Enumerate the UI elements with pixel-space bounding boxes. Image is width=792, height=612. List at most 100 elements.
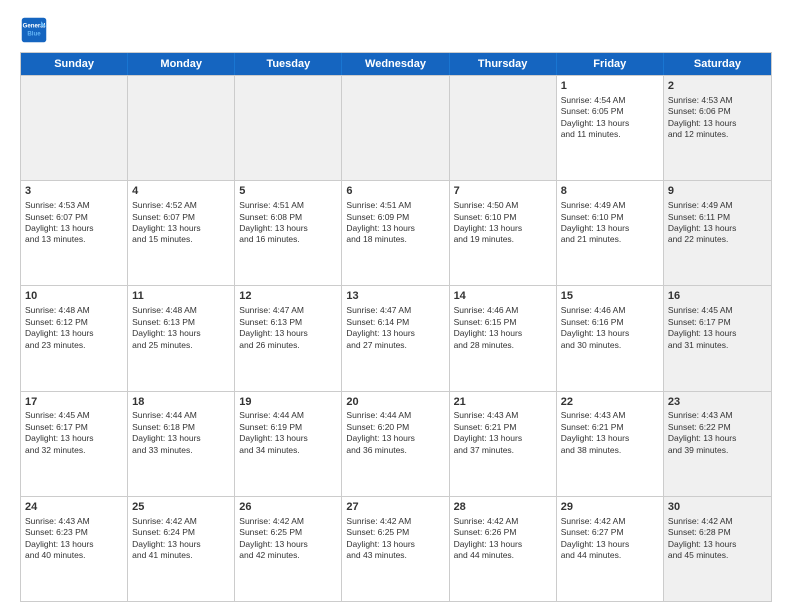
day-number: 18: [132, 395, 230, 410]
page: General Blue SundayMondayTuesdayWednesda…: [0, 0, 792, 612]
calendar-cell-6: 6Sunrise: 4:51 AMSunset: 6:09 PMDaylight…: [342, 181, 449, 285]
week-row-1: 1Sunrise: 4:54 AMSunset: 6:05 PMDaylight…: [21, 75, 771, 180]
calendar-cell-15: 15Sunrise: 4:46 AMSunset: 6:16 PMDayligh…: [557, 286, 664, 390]
calendar-cell-30: 30Sunrise: 4:42 AMSunset: 6:28 PMDayligh…: [664, 497, 771, 601]
day-number: 26: [239, 500, 337, 515]
day-number: 2: [668, 79, 767, 94]
day-number: 16: [668, 289, 767, 304]
svg-text:Blue: Blue: [27, 30, 41, 37]
calendar-cell-empty-0-2: [235, 76, 342, 180]
cell-content: Sunrise: 4:42 AMSunset: 6:25 PMDaylight:…: [346, 516, 444, 562]
header-day-thursday: Thursday: [450, 53, 557, 75]
cell-content: Sunrise: 4:42 AMSunset: 6:26 PMDaylight:…: [454, 516, 552, 562]
header-day-wednesday: Wednesday: [342, 53, 449, 75]
day-number: 6: [346, 184, 444, 199]
day-number: 25: [132, 500, 230, 515]
cell-content: Sunrise: 4:44 AMSunset: 6:18 PMDaylight:…: [132, 410, 230, 456]
day-number: 21: [454, 395, 552, 410]
cell-content: Sunrise: 4:43 AMSunset: 6:21 PMDaylight:…: [454, 410, 552, 456]
day-number: 8: [561, 184, 659, 199]
cell-content: Sunrise: 4:50 AMSunset: 6:10 PMDaylight:…: [454, 200, 552, 246]
calendar-cell-13: 13Sunrise: 4:47 AMSunset: 6:14 PMDayligh…: [342, 286, 449, 390]
cell-content: Sunrise: 4:46 AMSunset: 6:15 PMDaylight:…: [454, 305, 552, 351]
cell-content: Sunrise: 4:47 AMSunset: 6:14 PMDaylight:…: [346, 305, 444, 351]
logo-icon: General Blue: [20, 16, 48, 44]
day-number: 5: [239, 184, 337, 199]
calendar-cell-2: 2Sunrise: 4:53 AMSunset: 6:06 PMDaylight…: [664, 76, 771, 180]
cell-content: Sunrise: 4:45 AMSunset: 6:17 PMDaylight:…: [25, 410, 123, 456]
calendar-cell-14: 14Sunrise: 4:46 AMSunset: 6:15 PMDayligh…: [450, 286, 557, 390]
cell-content: Sunrise: 4:53 AMSunset: 6:06 PMDaylight:…: [668, 95, 767, 141]
day-number: 7: [454, 184, 552, 199]
day-number: 23: [668, 395, 767, 410]
day-number: 19: [239, 395, 337, 410]
day-number: 20: [346, 395, 444, 410]
cell-content: Sunrise: 4:42 AMSunset: 6:27 PMDaylight:…: [561, 516, 659, 562]
calendar-cell-8: 8Sunrise: 4:49 AMSunset: 6:10 PMDaylight…: [557, 181, 664, 285]
calendar-cell-21: 21Sunrise: 4:43 AMSunset: 6:21 PMDayligh…: [450, 392, 557, 496]
day-number: 11: [132, 289, 230, 304]
calendar-cell-27: 27Sunrise: 4:42 AMSunset: 6:25 PMDayligh…: [342, 497, 449, 601]
week-row-5: 24Sunrise: 4:43 AMSunset: 6:23 PMDayligh…: [21, 496, 771, 601]
header-day-sunday: Sunday: [21, 53, 128, 75]
day-number: 22: [561, 395, 659, 410]
cell-content: Sunrise: 4:46 AMSunset: 6:16 PMDaylight:…: [561, 305, 659, 351]
cell-content: Sunrise: 4:44 AMSunset: 6:20 PMDaylight:…: [346, 410, 444, 456]
calendar-cell-5: 5Sunrise: 4:51 AMSunset: 6:08 PMDaylight…: [235, 181, 342, 285]
calendar-cell-4: 4Sunrise: 4:52 AMSunset: 6:07 PMDaylight…: [128, 181, 235, 285]
calendar-cell-10: 10Sunrise: 4:48 AMSunset: 6:12 PMDayligh…: [21, 286, 128, 390]
calendar-cell-3: 3Sunrise: 4:53 AMSunset: 6:07 PMDaylight…: [21, 181, 128, 285]
cell-content: Sunrise: 4:45 AMSunset: 6:17 PMDaylight:…: [668, 305, 767, 351]
day-number: 29: [561, 500, 659, 515]
day-number: 3: [25, 184, 123, 199]
cell-content: Sunrise: 4:43 AMSunset: 6:22 PMDaylight:…: [668, 410, 767, 456]
cell-content: Sunrise: 4:51 AMSunset: 6:09 PMDaylight:…: [346, 200, 444, 246]
cell-content: Sunrise: 4:53 AMSunset: 6:07 PMDaylight:…: [25, 200, 123, 246]
cell-content: Sunrise: 4:43 AMSunset: 6:21 PMDaylight:…: [561, 410, 659, 456]
calendar-cell-7: 7Sunrise: 4:50 AMSunset: 6:10 PMDaylight…: [450, 181, 557, 285]
calendar-cell-11: 11Sunrise: 4:48 AMSunset: 6:13 PMDayligh…: [128, 286, 235, 390]
day-number: 17: [25, 395, 123, 410]
logo: General Blue: [20, 16, 52, 44]
cell-content: Sunrise: 4:42 AMSunset: 6:25 PMDaylight:…: [239, 516, 337, 562]
calendar-cell-28: 28Sunrise: 4:42 AMSunset: 6:26 PMDayligh…: [450, 497, 557, 601]
day-number: 15: [561, 289, 659, 304]
header-day-tuesday: Tuesday: [235, 53, 342, 75]
header-day-saturday: Saturday: [664, 53, 771, 75]
calendar-cell-16: 16Sunrise: 4:45 AMSunset: 6:17 PMDayligh…: [664, 286, 771, 390]
calendar-cell-9: 9Sunrise: 4:49 AMSunset: 6:11 PMDaylight…: [664, 181, 771, 285]
header: General Blue: [20, 16, 772, 44]
calendar-cell-20: 20Sunrise: 4:44 AMSunset: 6:20 PMDayligh…: [342, 392, 449, 496]
calendar-cell-25: 25Sunrise: 4:42 AMSunset: 6:24 PMDayligh…: [128, 497, 235, 601]
day-number: 28: [454, 500, 552, 515]
calendar-body: 1Sunrise: 4:54 AMSunset: 6:05 PMDaylight…: [21, 75, 771, 601]
cell-content: Sunrise: 4:42 AMSunset: 6:28 PMDaylight:…: [668, 516, 767, 562]
day-number: 24: [25, 500, 123, 515]
cell-content: Sunrise: 4:43 AMSunset: 6:23 PMDaylight:…: [25, 516, 123, 562]
calendar-header: SundayMondayTuesdayWednesdayThursdayFrid…: [21, 53, 771, 75]
day-number: 14: [454, 289, 552, 304]
header-day-friday: Friday: [557, 53, 664, 75]
calendar-cell-26: 26Sunrise: 4:42 AMSunset: 6:25 PMDayligh…: [235, 497, 342, 601]
day-number: 4: [132, 184, 230, 199]
day-number: 9: [668, 184, 767, 199]
calendar: SundayMondayTuesdayWednesdayThursdayFrid…: [20, 52, 772, 602]
header-day-monday: Monday: [128, 53, 235, 75]
cell-content: Sunrise: 4:49 AMSunset: 6:10 PMDaylight:…: [561, 200, 659, 246]
cell-content: Sunrise: 4:44 AMSunset: 6:19 PMDaylight:…: [239, 410, 337, 456]
calendar-cell-empty-0-1: [128, 76, 235, 180]
calendar-cell-19: 19Sunrise: 4:44 AMSunset: 6:19 PMDayligh…: [235, 392, 342, 496]
calendar-cell-empty-0-4: [450, 76, 557, 180]
calendar-cell-18: 18Sunrise: 4:44 AMSunset: 6:18 PMDayligh…: [128, 392, 235, 496]
cell-content: Sunrise: 4:49 AMSunset: 6:11 PMDaylight:…: [668, 200, 767, 246]
day-number: 12: [239, 289, 337, 304]
calendar-cell-23: 23Sunrise: 4:43 AMSunset: 6:22 PMDayligh…: [664, 392, 771, 496]
calendar-cell-22: 22Sunrise: 4:43 AMSunset: 6:21 PMDayligh…: [557, 392, 664, 496]
calendar-cell-1: 1Sunrise: 4:54 AMSunset: 6:05 PMDaylight…: [557, 76, 664, 180]
cell-content: Sunrise: 4:42 AMSunset: 6:24 PMDaylight:…: [132, 516, 230, 562]
cell-content: Sunrise: 4:48 AMSunset: 6:12 PMDaylight:…: [25, 305, 123, 351]
day-number: 30: [668, 500, 767, 515]
week-row-2: 3Sunrise: 4:53 AMSunset: 6:07 PMDaylight…: [21, 180, 771, 285]
calendar-cell-empty-0-3: [342, 76, 449, 180]
week-row-3: 10Sunrise: 4:48 AMSunset: 6:12 PMDayligh…: [21, 285, 771, 390]
